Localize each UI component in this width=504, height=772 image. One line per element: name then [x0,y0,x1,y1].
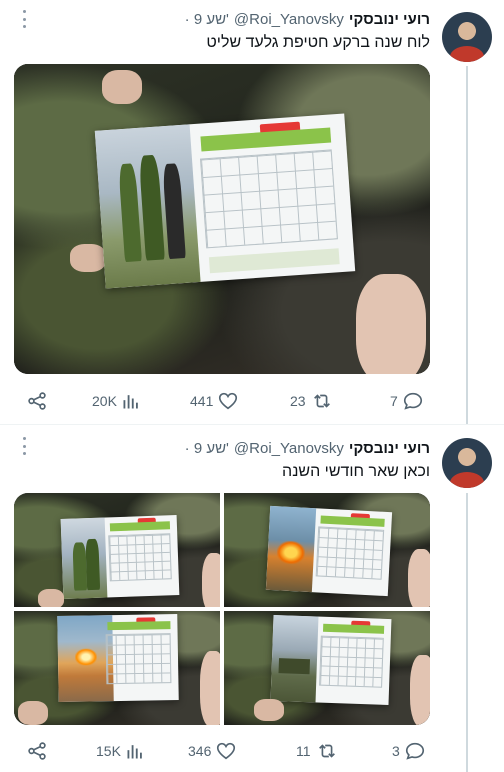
reply-icon [405,742,424,760]
views-button[interactable]: 15K [96,739,145,763]
retweet-count: 11 [296,743,311,759]
tweet-actions: 20K 441 23 7 [26,389,428,413]
tweet-media[interactable] [14,64,430,374]
retweet-icon [313,394,330,408]
display-name[interactable]: רועי ינובסקי [349,440,430,457]
handle[interactable]: @Roi_Yanovsky [234,440,344,457]
like-icon [217,742,236,760]
like-button[interactable]: 346 [188,739,237,763]
tweet-text: לוח שנה ברקע חטיפת גלעד שליט [206,34,430,51]
share-button[interactable] [26,739,48,763]
retweet-icon [318,744,335,758]
reply-button[interactable]: 7 [390,389,424,413]
photo-1[interactable] [14,493,220,607]
retweet-button[interactable]: 11 [296,739,339,763]
retweet-button[interactable]: 23 [290,389,334,413]
views-count: 15K [96,743,121,759]
share-button[interactable] [26,389,48,413]
like-icon [219,392,238,410]
timestamp[interactable]: · 9 שע' [185,440,229,457]
reply-count: 7 [390,393,398,409]
retweet-count: 23 [290,393,306,409]
timestamp[interactable]: · 9 שע' [185,11,229,28]
tweet-header: רועי ינובסקי @Roi_Yanovsky · 9 שע' [185,8,430,30]
reply-button[interactable]: 3 [392,739,426,763]
more-icon[interactable] [16,437,32,455]
views-icon [123,395,138,409]
like-count: 346 [188,743,212,759]
views-count: 20K [92,393,117,409]
display-name[interactable]: רועי ינובסקי [349,11,430,28]
tweet-media-grid [14,493,430,725]
like-button[interactable]: 441 [190,389,239,413]
photo-4[interactable] [224,611,430,725]
photo[interactable] [14,64,430,374]
like-count: 441 [190,393,214,409]
photo-3[interactable] [14,611,220,725]
reply-count: 3 [392,743,400,759]
views-button[interactable]: 20K [92,389,141,413]
more-icon[interactable] [16,10,32,28]
thread-line [466,66,468,425]
tweet-1[interactable]: רועי ינובסקי @Roi_Yanovsky · 9 שע' לוח ש… [0,0,504,425]
tweet-actions: 15K 346 11 3 [26,739,428,763]
share-icon [28,742,46,760]
tweet-text: וכאן שאר חודשי השנה [282,463,430,480]
tweet-2[interactable]: רועי ינובסקי @Roi_Yanovsky · 9 שע' וכאן … [0,425,504,772]
thread-line [466,493,468,772]
reply-icon [403,392,422,410]
avatar[interactable] [442,12,492,62]
share-icon [28,392,46,410]
handle[interactable]: @Roi_Yanovsky [234,11,344,28]
views-icon [127,745,142,759]
tweet-header: רועי ינובסקי @Roi_Yanovsky · 9 שע' [185,437,430,459]
avatar[interactable] [442,438,492,488]
photo-2[interactable] [224,493,430,607]
